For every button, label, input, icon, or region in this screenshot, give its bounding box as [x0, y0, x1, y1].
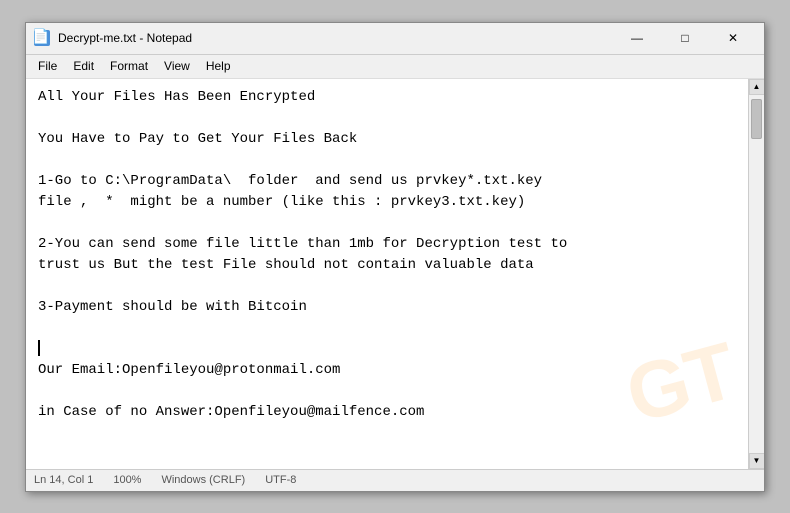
- status-encoding: Windows (CRLF): [161, 474, 245, 486]
- status-charset: UTF-8: [265, 474, 296, 486]
- menu-view[interactable]: View: [156, 57, 198, 75]
- menu-help[interactable]: Help: [198, 57, 239, 75]
- status-bar: Ln 14, Col 1 100% Windows (CRLF) UTF-8: [26, 469, 764, 491]
- text-cursor: [38, 340, 40, 356]
- scroll-thumb[interactable]: [751, 99, 762, 139]
- minimize-button[interactable]: —: [614, 22, 660, 54]
- scroll-track[interactable]: [749, 95, 764, 453]
- window-controls: — □ ✕: [614, 22, 756, 54]
- menu-format[interactable]: Format: [102, 57, 156, 75]
- maximize-button[interactable]: □: [662, 22, 708, 54]
- scroll-up-arrow[interactable]: ▲: [749, 79, 765, 95]
- menu-bar: File Edit Format View Help: [26, 55, 764, 79]
- editor-area[interactable]: GT All Your Files Has Been Encrypted You…: [26, 79, 764, 469]
- window-title: Decrypt-me.txt - Notepad: [58, 31, 614, 45]
- status-zoom: 100%: [113, 474, 141, 486]
- menu-file[interactable]: File: [30, 57, 65, 75]
- close-button[interactable]: ✕: [710, 22, 756, 54]
- menu-edit[interactable]: Edit: [65, 57, 102, 75]
- status-line-col: Ln 14, Col 1: [34, 474, 93, 486]
- app-icon: [34, 30, 50, 46]
- editor-content[interactable]: All Your Files Has Been Encrypted You Ha…: [38, 87, 752, 423]
- scrollbar-vertical[interactable]: ▲ ▼: [748, 79, 764, 469]
- scroll-down-arrow[interactable]: ▼: [749, 453, 765, 469]
- notepad-window: Decrypt-me.txt - Notepad — □ ✕ File Edit…: [25, 22, 765, 492]
- title-bar: Decrypt-me.txt - Notepad — □ ✕: [26, 23, 764, 55]
